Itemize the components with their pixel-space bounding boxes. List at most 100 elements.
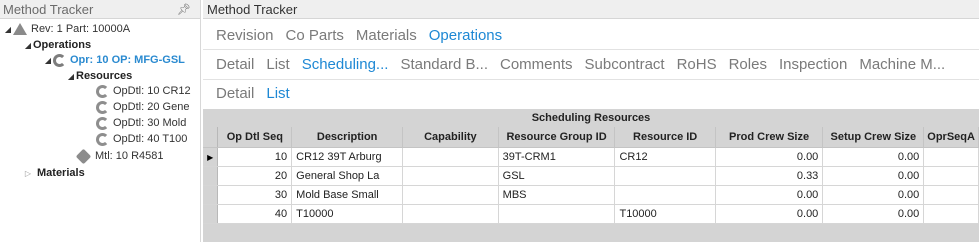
tab-subcontract[interactable]: Subcontract	[579, 55, 671, 75]
row-selector[interactable]	[203, 204, 219, 224]
tree-node-resources[interactable]: ◢ Resources	[66, 69, 132, 83]
cell-setup-crew-size[interactable]: 0.00	[822, 166, 925, 186]
cell-setup-crew-size[interactable]: 0.00	[822, 185, 925, 205]
cell-op-dtl-seq[interactable]: 20	[217, 166, 293, 186]
cell-oprseq[interactable]	[923, 185, 979, 205]
subtab-detail[interactable]: Detail	[210, 84, 260, 104]
table-row[interactable]: 40 T10000 T10000 0.00 0.00	[203, 204, 979, 224]
column-header[interactable]: Setup Crew Size	[822, 127, 925, 148]
expand-arrow-icon[interactable]: ◢	[23, 41, 33, 50]
tree-node-opdtl-10[interactable]: OpDtl: 10 CR12	[96, 84, 191, 98]
pin-icon[interactable]: 📌︎	[177, 3, 191, 16]
tab-list[interactable]: List	[260, 55, 295, 75]
tree-node-operations[interactable]: ◢ Operations	[23, 38, 91, 52]
cell-description[interactable]: CR12 39T Arburg	[291, 147, 404, 167]
tree-node-rev-label: Rev: 1 Part: 10000A	[31, 23, 131, 35]
cell-prod-crew-size[interactable]: 0.00	[715, 185, 824, 205]
collapse-arrow-icon[interactable]: ▷	[23, 169, 33, 178]
tree-node-opdtl-20[interactable]: OpDtl: 20 Gene	[96, 100, 189, 114]
tab-materials[interactable]: Materials	[350, 26, 423, 46]
cell-prod-crew-size[interactable]: 0.00	[715, 147, 824, 167]
cell-resource-id[interactable]	[614, 185, 716, 205]
cell-prod-crew-size[interactable]: 0.00	[715, 204, 824, 224]
column-header[interactable]: Resource ID	[614, 127, 716, 148]
cell-prod-crew-size[interactable]: 0.33	[715, 166, 824, 186]
tree-node-rev[interactable]: ◢ Rev: 1 Part: 10000A	[3, 22, 130, 36]
tab-co-parts[interactable]: Co Parts	[280, 26, 350, 46]
cell-description[interactable]: General Shop La	[291, 166, 404, 186]
grid-caption: Scheduling Resources	[203, 109, 979, 127]
op-detail-icon	[96, 84, 109, 98]
tree-node-operations-label: Operations	[33, 39, 92, 51]
tab-separator	[203, 49, 979, 50]
row-selector[interactable]: ▶	[203, 147, 219, 167]
tab-roles[interactable]: Roles	[723, 55, 773, 75]
tree-node-opdtl-40[interactable]: OpDtl: 40 T100	[96, 132, 187, 146]
tree-node-opdtl-10-label: OpDtl: 10 CR12	[113, 85, 191, 97]
cell-resource-group-id[interactable]: 39T-CRM1	[498, 147, 616, 167]
cell-resource-group-id[interactable]	[498, 204, 616, 224]
op-detail-icon	[96, 100, 109, 114]
tab-comments[interactable]: Comments	[494, 55, 579, 75]
tab-scheduling[interactable]: Scheduling...	[296, 55, 395, 75]
table-row[interactable]: ▶ 10 CR12 39T Arburg 39T-CRM1 CR12 0.00 …	[203, 147, 979, 167]
cell-capability[interactable]	[402, 166, 499, 186]
tree-node-opr-label: Opr: 10 OP: MFG-GSL	[70, 54, 185, 66]
cell-setup-crew-size[interactable]: 0.00	[822, 204, 925, 224]
tree-node-mtl[interactable]: Mtl: 10 R4581	[75, 148, 164, 164]
main-header: Method Tracker	[203, 0, 979, 19]
material-tag-icon	[75, 148, 92, 164]
op-detail-icon	[96, 132, 109, 146]
column-header[interactable]: Op Dtl Seq	[217, 127, 293, 148]
expand-arrow-icon[interactable]: ◢	[66, 72, 76, 81]
tabs-level2: Detail List Scheduling... Standard B... …	[210, 55, 979, 75]
table-row[interactable]: 20 General Shop La GSL 0.33 0.00	[203, 166, 979, 186]
tree-node-materials[interactable]: ▷ Materials	[23, 166, 85, 180]
column-header[interactable]: OprSeqA	[923, 127, 979, 148]
row-selector-header	[203, 127, 219, 148]
tree-node-opr[interactable]: ◢ Opr: 10 OP: MFG-GSL	[43, 53, 185, 67]
tree-node-opdtl-30[interactable]: OpDtl: 30 Mold	[96, 116, 186, 130]
tab-rohs[interactable]: RoHS	[671, 55, 723, 75]
cell-capability[interactable]	[402, 204, 499, 224]
tree-panel-title: Method Tracker	[3, 1, 94, 17]
tab-machine-m[interactable]: Machine M...	[853, 55, 951, 75]
cell-capability[interactable]	[402, 147, 499, 167]
tab-standard-b[interactable]: Standard B...	[394, 55, 494, 75]
cell-description[interactable]: Mold Base Small	[291, 185, 404, 205]
expand-arrow-icon[interactable]: ◢	[43, 56, 53, 65]
cell-oprseq[interactable]	[923, 204, 979, 224]
column-header[interactable]: Description	[291, 127, 404, 148]
cell-setup-crew-size[interactable]: 0.00	[822, 147, 925, 167]
cell-resource-group-id[interactable]: MBS	[498, 185, 616, 205]
cell-description[interactable]: T10000	[291, 204, 404, 224]
cell-capability[interactable]	[402, 185, 499, 205]
tab-inspection[interactable]: Inspection	[773, 55, 853, 75]
cell-oprseq[interactable]	[923, 166, 979, 186]
row-selector[interactable]	[203, 185, 219, 205]
tree-node-materials-label: Materials	[37, 167, 85, 179]
cell-oprseq[interactable]	[923, 147, 979, 167]
cell-op-dtl-seq[interactable]: 10	[217, 147, 293, 167]
cell-resource-id[interactable]: CR12	[614, 147, 716, 167]
tab-separator	[203, 79, 979, 80]
column-header[interactable]: Capability	[402, 127, 499, 148]
table-row[interactable]: 30 Mold Base Small MBS 0.00 0.00	[203, 185, 979, 205]
column-header[interactable]: Resource Group ID	[498, 127, 616, 148]
cell-resource-group-id[interactable]: GSL	[498, 166, 616, 186]
cell-resource-id[interactable]	[614, 166, 716, 186]
cell-op-dtl-seq[interactable]: 30	[217, 185, 293, 205]
column-header[interactable]: Prod Crew Size	[715, 127, 824, 148]
tree-node-mtl-label: Mtl: 10 R4581	[95, 150, 164, 162]
table-header-row: Op Dtl Seq Description Capability Resour…	[203, 127, 979, 148]
tab-detail[interactable]: Detail	[210, 55, 260, 75]
cell-op-dtl-seq[interactable]: 40	[217, 204, 293, 224]
tab-operations[interactable]: Operations	[423, 26, 508, 46]
tab-revision[interactable]: Revision	[210, 26, 280, 46]
cell-resource-id[interactable]: T10000	[614, 204, 716, 224]
row-selector[interactable]	[203, 166, 219, 186]
main-title: Method Tracker	[207, 1, 298, 17]
subtab-list[interactable]: List	[260, 84, 295, 104]
resources-table: Op Dtl Seq Description Capability Resour…	[203, 127, 979, 224]
expand-arrow-icon[interactable]: ◢	[3, 25, 13, 34]
